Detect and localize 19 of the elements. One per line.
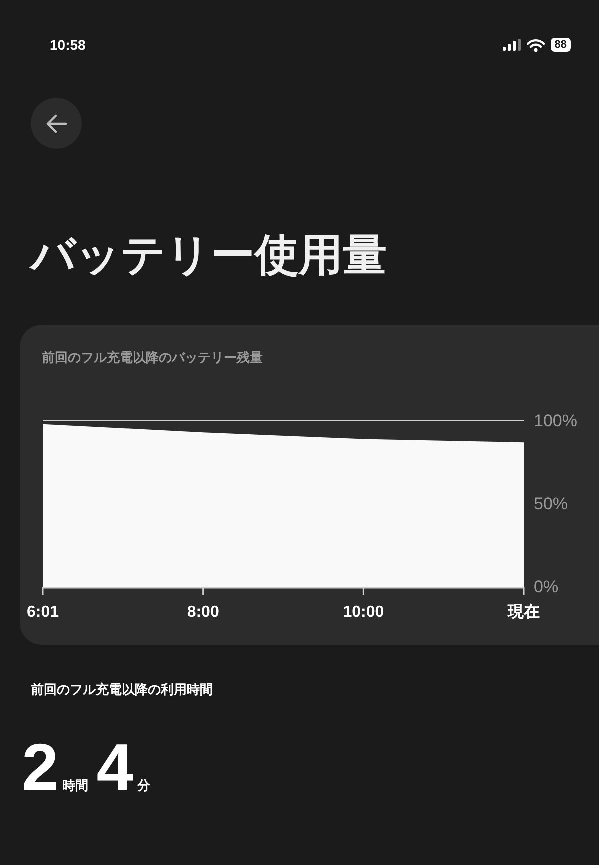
minutes-value: 4 xyxy=(96,729,134,805)
x-axis-label: 現在 xyxy=(508,604,540,621)
usage-heading: 前回のフル充電以降の利用時間 xyxy=(31,682,214,699)
hours-unit: 時間 xyxy=(62,778,89,795)
x-axis-label: 6:01 xyxy=(26,604,60,621)
signal-icon xyxy=(502,39,521,51)
hours-value: 2 xyxy=(22,729,59,805)
chart-title: 前回のフル充電以降のバッテリー残量 xyxy=(42,350,264,367)
x-axis-label: 10:00 xyxy=(343,604,384,621)
status-time: 10:58 xyxy=(50,37,86,53)
battery-indicator: 88 xyxy=(550,38,571,52)
wifi-icon xyxy=(526,38,545,52)
y-axis-label: 100% xyxy=(534,412,578,430)
minutes-unit: 分 xyxy=(137,778,150,795)
y-axis-label: 0% xyxy=(534,578,559,596)
back-arrow-icon xyxy=(46,114,68,134)
page-title: バッテリー使用量 xyxy=(31,229,388,283)
y-axis-label: 50% xyxy=(534,494,568,514)
x-axis-label: 8:00 xyxy=(187,604,220,621)
